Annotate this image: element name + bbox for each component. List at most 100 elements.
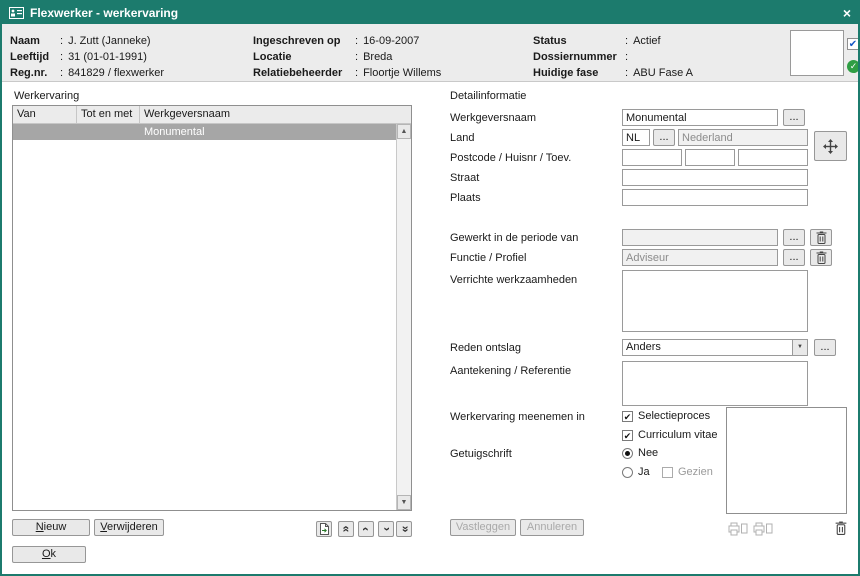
functie-delete-button[interactable] (810, 249, 832, 266)
land-code-input[interactable] (622, 129, 650, 146)
toevoeging-input[interactable] (738, 149, 808, 166)
table-header: Van Tot en met Werkgeversnaam (13, 106, 411, 124)
getuigschrift-ja-radio[interactable]: Ja (622, 465, 650, 479)
trash-icon (835, 521, 847, 535)
chevron-down-icon: ‹ (381, 527, 391, 531)
status-value: Actief (633, 35, 661, 47)
move-last-button[interactable]: « (396, 521, 412, 537)
close-icon[interactable]: × (843, 6, 851, 20)
getuigschrift-nee-radio[interactable]: Nee (622, 446, 658, 460)
land-label: Land (450, 132, 474, 144)
double-chevron-down-icon: « (399, 526, 409, 533)
scroll-down-icon[interactable]: ▼ (397, 495, 411, 510)
getuigschrift-preview-box (726, 407, 847, 514)
werkervaring-section-title: Werkervaring (14, 90, 79, 102)
vastleggen-button[interactable]: Vastleggen (450, 519, 516, 536)
map-locate-button[interactable] (814, 131, 847, 161)
checkbox-checked-icon: ✔ (622, 430, 633, 441)
scan-document-button[interactable] (727, 520, 749, 537)
insert-row-button[interactable] (316, 521, 332, 537)
naam-row: Naam:J. Zutt (Janneke) (10, 33, 164, 49)
document-delete-button[interactable] (830, 519, 852, 536)
checkbox-checked-icon: ✔ (622, 411, 633, 422)
detail-section-title: Detailinformatie (450, 90, 526, 102)
naam-value: J. Zutt (Janneke) (68, 35, 151, 47)
radio-unselected-icon (622, 467, 633, 478)
land-name-input (678, 129, 808, 146)
ok-button[interactable]: Ok (12, 546, 86, 563)
selectieproces-checkbox[interactable]: ✔ Selectieproces (622, 409, 710, 423)
periode-label: Gewerkt in de periode van (450, 232, 578, 244)
double-chevron-up-icon: « (341, 526, 351, 533)
werkgeversnaam-label: Werkgeversnaam (450, 112, 536, 124)
printer-document-icon (728, 522, 748, 536)
new-page-icon (319, 523, 330, 535)
vertical-scrollbar[interactable]: ▲ ▼ (396, 124, 411, 510)
relatiebeheerder-value: Floortje Willems (363, 67, 441, 79)
leeftijd-value: 31 (01-01-1991) (68, 51, 147, 63)
huisnr-input[interactable] (685, 149, 735, 166)
curriculum-vitae-checkbox[interactable]: ✔ Curriculum vitae (622, 428, 717, 442)
postcode-huisnr-toev-label: Postcode / Huisnr / Toev. (450, 152, 571, 164)
window-title: Flexwerker - werkervaring (30, 6, 837, 20)
werkgeversnaam-input[interactable] (622, 109, 778, 126)
aantekening-label: Aantekening / Referentie (450, 365, 571, 377)
meenemen-label: Werkervaring meenemen in (450, 411, 585, 423)
werkervaring-table[interactable]: Van Tot en met Werkgeversnaam Monumental… (12, 105, 412, 511)
regnr-value: 841829 / flexwerker (68, 67, 164, 79)
periode-input[interactable] (622, 229, 778, 246)
checkbox-unchecked-icon (662, 467, 673, 478)
aantekening-textarea[interactable] (622, 361, 808, 406)
plaats-input[interactable] (622, 189, 808, 206)
functie-browse-button[interactable]: ... (783, 249, 805, 266)
periode-delete-button[interactable] (810, 229, 832, 246)
reden-ontslag-select[interactable]: Anders ▼ (622, 339, 808, 356)
app-icon (9, 7, 24, 19)
straat-input[interactable] (622, 169, 808, 186)
table-row[interactable]: Monumental (13, 124, 396, 140)
ingeschreven-row: Ingeschreven op:16-09-2007 (253, 33, 441, 49)
move-down-button[interactable]: ‹ (378, 521, 394, 537)
relatiebeheerder-row: Relatiebeheerder:Floortje Willems (253, 65, 441, 81)
functie-input[interactable] (622, 249, 778, 266)
trash-icon (816, 251, 827, 264)
column-header-tot-en-met[interactable]: Tot en met (77, 106, 140, 123)
reden-ontslag-browse-button[interactable]: ... (814, 339, 836, 356)
cell-van (13, 124, 77, 140)
trash-icon (816, 231, 827, 244)
werkgeversnaam-browse-button[interactable]: ... (783, 109, 805, 126)
move-four-directions-icon (822, 138, 839, 155)
werkzaamheden-textarea[interactable] (622, 270, 808, 332)
chevron-down-icon[interactable]: ▼ (792, 340, 807, 355)
chevron-up-icon: ‹ (361, 527, 371, 531)
reden-ontslag-label: Reden ontslag (450, 342, 521, 354)
locatie-row: Locatie:Breda (253, 49, 441, 65)
locatie-value: Breda (363, 51, 392, 63)
dossiernummer-row: Dossiernummer: (533, 49, 693, 65)
scroll-up-icon[interactable]: ▲ (397, 124, 411, 139)
title-bar[interactable]: Flexwerker - werkervaring × (2, 2, 858, 24)
radio-selected-icon (622, 448, 633, 459)
nieuw-button[interactable]: Nieuw (12, 519, 90, 536)
header-column-1: Naam:J. Zutt (Janneke) Leeftijd:31 (01-0… (10, 33, 164, 81)
huidige-fase-value: ABU Fase A (633, 67, 693, 79)
postcode-input[interactable] (622, 149, 682, 166)
column-header-werkgeversnaam[interactable]: Werkgeversnaam (140, 106, 411, 123)
header-column-2: Ingeschreven op:16-09-2007 Locatie:Breda… (253, 33, 441, 81)
plaats-label: Plaats (450, 192, 481, 204)
move-up-button[interactable]: ‹ (358, 521, 374, 537)
straat-label: Straat (450, 172, 479, 184)
werkzaamheden-label: Verrichte werkzaamheden (450, 274, 577, 286)
regnr-row: Reg.nr.:841829 / flexwerker (10, 65, 164, 81)
annuleren-button[interactable]: Annuleren (520, 519, 584, 536)
printer-document-icon (753, 522, 773, 536)
land-browse-button[interactable]: ... (653, 129, 675, 146)
move-first-button[interactable]: « (338, 521, 354, 537)
huidige-fase-row: Huidige fase:ABU Fase A (533, 65, 693, 81)
verwijderen-button[interactable]: Verwijderen (94, 519, 164, 536)
cell-tot-en-met (77, 124, 140, 140)
header-column-3: Status:Actief Dossiernummer: Huidige fas… (533, 33, 693, 81)
periode-browse-button[interactable]: ... (783, 229, 805, 246)
print-document-button[interactable] (752, 520, 774, 537)
column-header-van[interactable]: Van (13, 106, 77, 123)
